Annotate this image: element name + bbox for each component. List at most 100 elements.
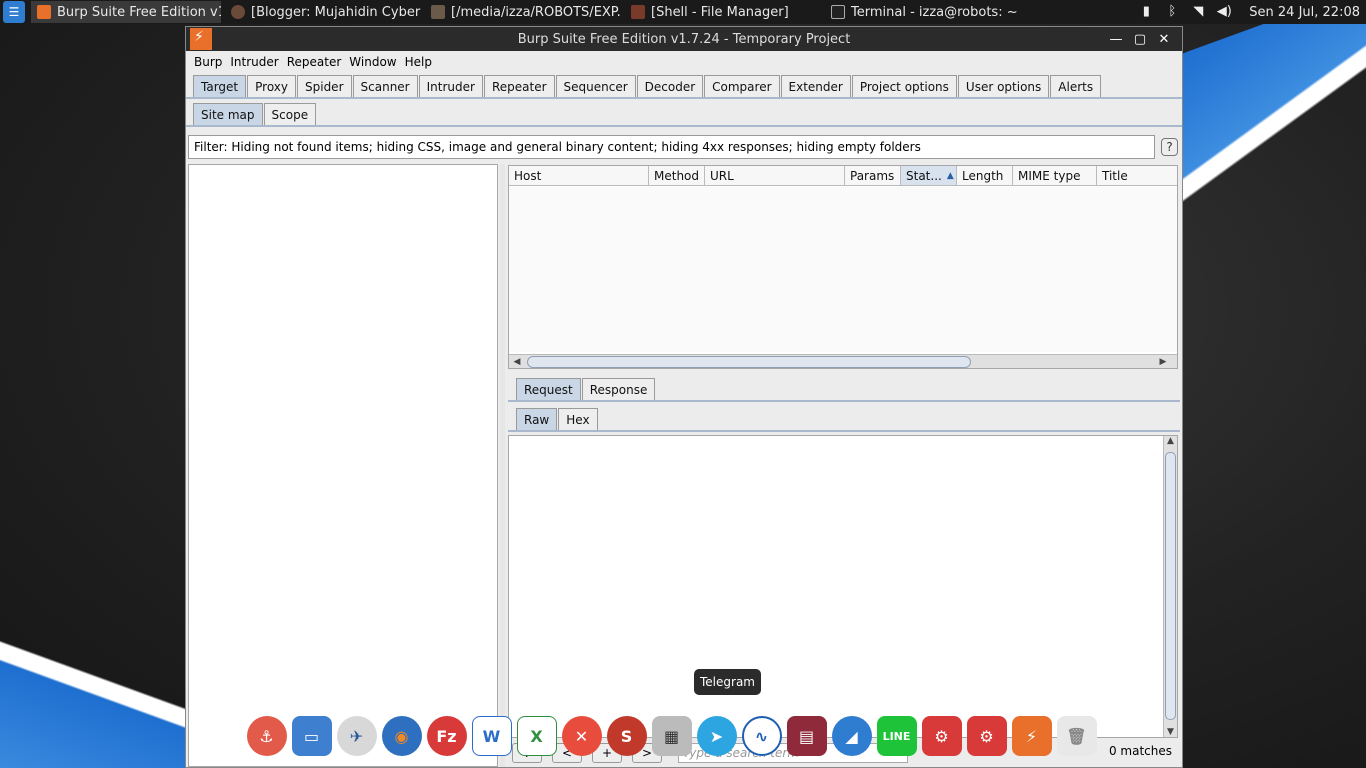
dock: ⚓ ▭ ✈ ◉ Fz W X ✕ S ▦ ➤ ∿ ▤ ◢ LINE ⚙ ⚙ ⚡ … — [244, 708, 1099, 764]
wallpaper-swoosh — [1180, 0, 1366, 295]
system-tray: ▮ ᛒ ◥ ◀) Sen 24 Jul, 22:08 — [1133, 0, 1366, 24]
anchor-icon[interactable]: ⚓ — [246, 716, 287, 756]
files-icon[interactable]: ▭ — [291, 716, 332, 756]
start-menu-icon[interactable]: ☰ — [3, 1, 25, 23]
menu-window[interactable]: Window — [345, 55, 400, 69]
tab-hex[interactable]: Hex — [558, 408, 598, 430]
site-map-table[interactable]: Host Method URL Params Stat... ▲ Length M… — [508, 165, 1178, 369]
top-panel: ☰ Burp Suite Free Edition v1.... [Blogge… — [0, 0, 1366, 24]
filter-bar[interactable]: Filter: Hiding not found items; hiding C… — [188, 135, 1155, 159]
menu-bar: Burp Intruder Repeater Window Help — [186, 51, 1182, 73]
burp-icon — [190, 28, 212, 50]
tab-response[interactable]: Response — [581, 378, 656, 400]
title-bar[interactable]: Burp Suite Free Edition v1.7.24 - Tempor… — [186, 27, 1182, 51]
tab-user-options[interactable]: User options — [957, 75, 1050, 97]
task-folder[interactable]: [/media/izza/ROBOTS/EXP... — [425, 1, 621, 23]
tab-sequencer[interactable]: Sequencer — [555, 75, 636, 97]
col-url[interactable]: URL — [705, 166, 845, 185]
task-blogger[interactable]: [Blogger: Mujahidin Cyber ... — [225, 1, 421, 23]
tab-site-map[interactable]: Site map — [193, 103, 263, 125]
col-host[interactable]: Host — [509, 166, 649, 185]
horizontal-scrollbar[interactable]: ◀ ▶ — [509, 354, 1177, 368]
col-status-label: Stat... — [906, 168, 942, 183]
menu-repeater[interactable]: Repeater — [283, 55, 346, 69]
site-map-tree[interactable] — [188, 164, 498, 767]
wallpaper-swoosh — [0, 620, 200, 768]
col-mime-type[interactable]: MIME type — [1013, 166, 1097, 185]
task-terminal[interactable]: Terminal - izza@robots: ~ — [825, 1, 1021, 23]
tab-raw[interactable]: Raw — [516, 408, 558, 430]
app-blue-icon[interactable]: ◢ — [831, 716, 872, 756]
wifi-icon[interactable]: ◥ — [1190, 4, 1206, 20]
trash-icon[interactable]: 🗑 — [1056, 716, 1097, 756]
folder-icon — [631, 5, 645, 19]
scroll-up-icon[interactable]: ▲ — [1164, 436, 1177, 446]
settings-icon[interactable]: ⚙ — [966, 716, 1007, 756]
line-icon[interactable]: LINE — [876, 716, 917, 756]
tab-target[interactable]: Target — [193, 75, 247, 97]
tab-intruder[interactable]: Intruder — [418, 75, 483, 97]
firefox-icon[interactable]: ◉ — [381, 716, 422, 756]
sort-up-icon: ▲ — [946, 170, 954, 181]
settings-icon[interactable]: ⚙ — [921, 716, 962, 756]
menu-help[interactable]: Help — [401, 55, 436, 69]
scroll-left-icon[interactable]: ◀ — [511, 355, 523, 369]
filezilla-icon[interactable]: Fz — [426, 716, 467, 756]
target-subtabs: Site map Scope — [186, 99, 1182, 127]
scroll-down-icon[interactable]: ▼ — [1164, 727, 1177, 737]
burp-window: Burp Suite Free Edition v1.7.24 - Tempor… — [185, 26, 1183, 768]
burp-icon[interactable]: ⚡ — [1011, 716, 1052, 756]
table-header: Host Method URL Params Stat... ▲ Length M… — [509, 166, 1177, 186]
tab-comparer[interactable]: Comparer — [704, 75, 780, 97]
tab-spider[interactable]: Spider — [297, 75, 352, 97]
tab-scope[interactable]: Scope — [263, 103, 317, 125]
bird-icon[interactable]: ✈ — [336, 716, 377, 756]
scroll-right-icon[interactable]: ▶ — [1157, 355, 1169, 369]
menu-burp[interactable]: Burp — [190, 55, 226, 69]
folder-icon — [431, 5, 445, 19]
screenshot-icon[interactable]: ▦ — [651, 716, 692, 756]
close-icon[interactable]: ✕ — [1152, 32, 1176, 47]
request-editor[interactable]: ▲ ▼ — [508, 435, 1178, 738]
tab-proxy[interactable]: Proxy — [247, 75, 296, 97]
task-file-manager[interactable]: [Shell - File Manager] — [625, 1, 821, 23]
minimize-icon[interactable]: — — [1104, 32, 1128, 47]
close-app-icon[interactable]: ✕ — [561, 716, 602, 756]
menu-intruder[interactable]: Intruder — [226, 55, 282, 69]
help-button[interactable]: ? — [1161, 138, 1178, 156]
bluetooth-icon[interactable]: ᛒ — [1164, 4, 1180, 20]
col-title[interactable]: Title — [1097, 166, 1177, 185]
col-params[interactable]: Params — [845, 166, 901, 185]
splitter[interactable] — [500, 164, 505, 767]
dock-tooltip: Telegram — [694, 669, 761, 695]
tab-alerts[interactable]: Alerts — [1050, 75, 1102, 97]
battery-icon[interactable]: ▮ — [1138, 4, 1154, 20]
volume-icon[interactable]: ◀) — [1216, 4, 1232, 20]
col-status[interactable]: Stat... ▲ — [901, 166, 957, 185]
tab-extender[interactable]: Extender — [780, 75, 851, 97]
window-title: Burp Suite Free Edition v1.7.24 - Tempor… — [517, 31, 851, 47]
app-s-icon[interactable]: S — [606, 716, 647, 756]
tab-request[interactable]: Request — [516, 378, 581, 400]
clock[interactable]: Sen 24 Jul, 22:08 — [1249, 5, 1360, 20]
writer-icon[interactable]: W — [471, 716, 512, 756]
col-method[interactable]: Method — [649, 166, 705, 185]
terminal-icon — [831, 5, 845, 19]
maximize-icon[interactable]: ▢ — [1128, 32, 1152, 47]
table-body[interactable] — [509, 187, 1177, 352]
telegram-icon[interactable]: ➤ — [696, 716, 737, 756]
scroll-thumb[interactable] — [527, 356, 971, 368]
vertical-scrollbar[interactable]: ▲ ▼ — [1163, 436, 1177, 737]
tab-decoder[interactable]: Decoder — [636, 75, 704, 97]
spreadsheet-icon[interactable]: X — [516, 716, 557, 756]
tab-scanner[interactable]: Scanner — [352, 75, 418, 97]
main-tabs: Target Proxy Spider Scanner Intruder Rep… — [186, 73, 1182, 99]
tab-repeater[interactable]: Repeater — [483, 75, 555, 97]
tab-project-options[interactable]: Project options — [851, 75, 957, 97]
col-length[interactable]: Length — [957, 166, 1013, 185]
scroll-thumb[interactable] — [1165, 452, 1176, 720]
video-editor-icon[interactable]: ▤ — [786, 716, 827, 756]
monitor-icon[interactable]: ∿ — [741, 716, 782, 756]
task-burp[interactable]: Burp Suite Free Edition v1.... — [31, 1, 221, 23]
format-tabs: Raw Hex — [508, 408, 1180, 432]
